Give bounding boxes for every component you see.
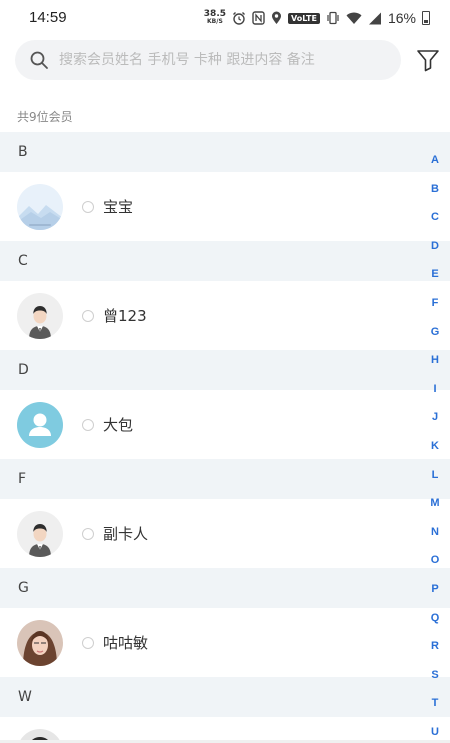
- list-item[interactable]: 曾123: [0, 281, 450, 350]
- battery-icon: [422, 11, 430, 25]
- index-letter-s[interactable]: S: [424, 661, 446, 690]
- section-header-c: C: [0, 241, 450, 281]
- member-count: 共9位会员: [17, 110, 73, 124]
- index-letter-p[interactable]: P: [424, 575, 446, 604]
- avatar: [17, 619, 63, 666]
- select-radio[interactable]: [82, 309, 94, 322]
- index-letter-o[interactable]: O: [424, 546, 446, 575]
- member-name: 大包: [103, 416, 134, 434]
- status-bar: 14:59 38.5 KB/S VoLTE 16%: [0, 0, 450, 36]
- index-letter-l[interactable]: L: [424, 461, 446, 490]
- cell-signal-icon: [368, 12, 382, 25]
- index-letter-i[interactable]: I: [424, 375, 446, 404]
- index-letter-c[interactable]: C: [424, 203, 446, 232]
- location-icon: [271, 11, 282, 25]
- nfc-icon: [252, 11, 265, 25]
- section-header-f: F: [0, 459, 450, 499]
- section-header-b: B: [0, 132, 450, 172]
- index-letter-j[interactable]: J: [424, 403, 446, 432]
- status-time: 14:59: [29, 9, 67, 26]
- select-radio[interactable]: [82, 200, 94, 213]
- section-header-d: D: [0, 350, 450, 390]
- search-box[interactable]: [15, 40, 401, 80]
- battery-percent: 16%: [387, 10, 416, 26]
- landscape-placeholder-icon: [17, 183, 63, 230]
- list-item[interactable]: 副卡人: [0, 499, 450, 568]
- section-header-g: G: [0, 568, 450, 608]
- avatar: [17, 183, 63, 230]
- net-speed-unit: KB/S: [207, 18, 223, 25]
- net-speed-value: 38.5: [203, 9, 227, 19]
- index-letter-t[interactable]: T: [424, 689, 446, 718]
- index-letter-k[interactable]: K: [424, 432, 446, 461]
- index-letter-g[interactable]: G: [424, 318, 446, 347]
- index-letter-e[interactable]: E: [424, 260, 446, 289]
- member-name: 曾123: [103, 307, 147, 325]
- section-header-w: W: [0, 677, 450, 717]
- member-name: 咕咕敏: [103, 634, 149, 652]
- member-name: 宝宝: [103, 198, 134, 216]
- default-user-icon: [17, 401, 63, 448]
- select-radio[interactable]: [82, 418, 94, 431]
- woman-photo-icon: [17, 619, 63, 666]
- search-icon: [30, 51, 48, 69]
- index-letter-f[interactable]: F: [424, 289, 446, 318]
- index-letter-q[interactable]: Q: [424, 604, 446, 633]
- search-input[interactable]: [59, 52, 379, 68]
- index-letter-m[interactable]: M: [424, 489, 446, 518]
- list-item[interactable]: 大包: [0, 390, 450, 459]
- search-row: [0, 36, 450, 88]
- man-in-suit-icon: [17, 292, 63, 339]
- index-letter-a[interactable]: A: [424, 146, 446, 175]
- volte-badge: VoLTE: [288, 12, 320, 24]
- vibrate-icon: [326, 11, 340, 25]
- avatar: [17, 292, 63, 339]
- index-letter-r[interactable]: R: [424, 632, 446, 661]
- net-speed: 38.5 KB/S: [204, 10, 226, 26]
- list-item[interactable]: 咕咕敏: [0, 608, 450, 677]
- avatar: [17, 401, 63, 448]
- index-letter-n[interactable]: N: [424, 518, 446, 547]
- list-item[interactable]: 宝宝: [0, 172, 450, 241]
- member-list: B 宝宝 C 曾123 D 大包 F 副卡人 G 咕咕敏 W: [0, 132, 450, 743]
- alphabet-index-bar[interactable]: A B C D E F G H I J K L M N O P Q R S T …: [424, 146, 446, 743]
- index-letter-h[interactable]: H: [424, 346, 446, 375]
- man-in-suit-icon: [17, 510, 63, 557]
- member-name: 副卡人: [103, 525, 149, 543]
- select-radio[interactable]: [82, 527, 94, 540]
- wifi-icon: [346, 12, 362, 25]
- avatar: [17, 510, 63, 557]
- index-letter-b[interactable]: B: [424, 175, 446, 204]
- filter-icon[interactable]: [416, 48, 440, 72]
- alarm-icon: [232, 11, 246, 25]
- select-radio[interactable]: [82, 636, 94, 649]
- status-icons: 38.5 KB/S VoLTE 16%: [204, 8, 430, 28]
- index-letter-d[interactable]: D: [424, 232, 446, 261]
